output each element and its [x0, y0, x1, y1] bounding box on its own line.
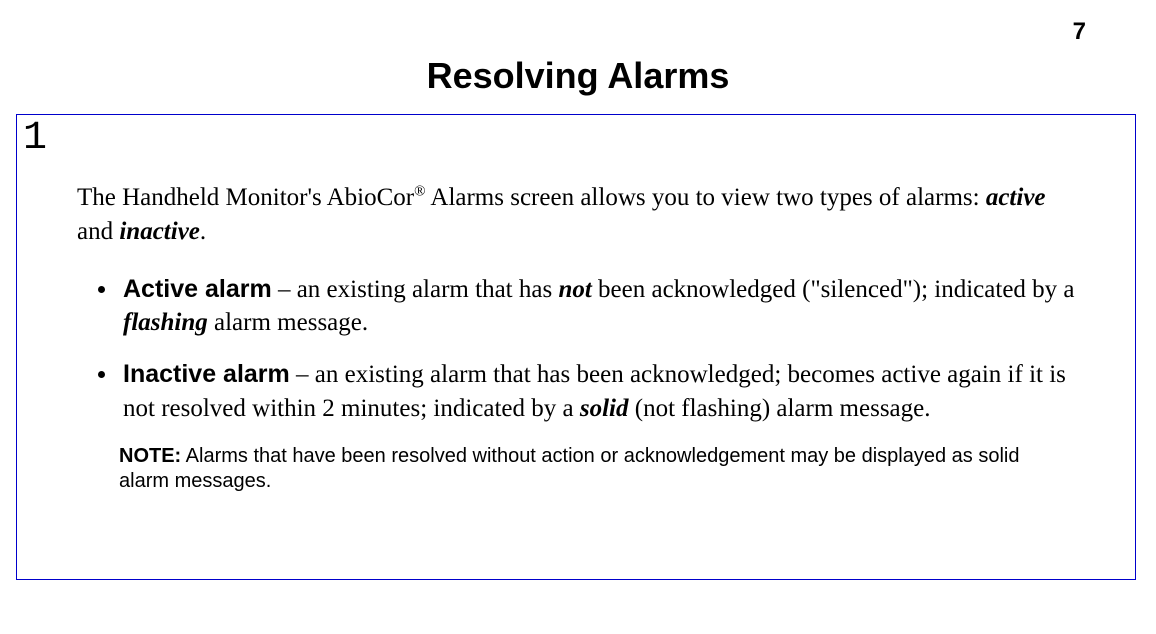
intro-paragraph: The Handheld Monitor's AbioCor® Alarms s…	[77, 181, 1075, 249]
bullet-inactive: Inactive alarm – an existing alarm that …	[119, 358, 1075, 426]
active-flashing: flashing	[123, 309, 208, 336]
note-text: Alarms that have been resolved without a…	[119, 445, 1019, 492]
note-block: NOTE: Alarms that have been resolved wit…	[119, 444, 1075, 494]
intro-period: .	[200, 218, 206, 245]
intro-text-and: and	[77, 218, 119, 245]
active-not: not	[558, 276, 591, 303]
registered-mark: ®	[414, 184, 425, 200]
content-box: 1 The Handheld Monitor's AbioCor® Alarms…	[16, 114, 1136, 580]
active-dash: – an existing alarm that has	[272, 276, 559, 303]
intro-text-mid: Alarms screen allows you to view two typ…	[426, 184, 986, 211]
intro-active: active	[986, 184, 1046, 211]
inactive-after-solid: (not flashing) alarm message.	[629, 395, 931, 422]
inactive-solid: solid	[580, 395, 629, 422]
note-label: NOTE:	[119, 445, 181, 467]
bullet-active: Active alarm – an existing alarm that ha…	[119, 273, 1075, 341]
term-inactive: Inactive alarm	[123, 360, 290, 388]
content-block: The Handheld Monitor's AbioCor® Alarms s…	[77, 181, 1075, 494]
active-after-flashing: alarm message.	[208, 309, 368, 336]
page-title: Resolving Alarms	[0, 55, 1156, 97]
intro-text-prefix: The Handheld Monitor's AbioCor	[77, 184, 414, 211]
intro-inactive: inactive	[119, 218, 200, 245]
term-active: Active alarm	[123, 275, 272, 303]
page: 7 Resolving Alarms 1 The Handheld Monito…	[0, 0, 1156, 634]
page-number: 7	[1073, 18, 1086, 46]
active-after-not: been acknowledged ("silenced"); indicate…	[592, 276, 1075, 303]
bullet-list: Active alarm – an existing alarm that ha…	[77, 273, 1075, 426]
section-number: 1	[23, 119, 47, 159]
